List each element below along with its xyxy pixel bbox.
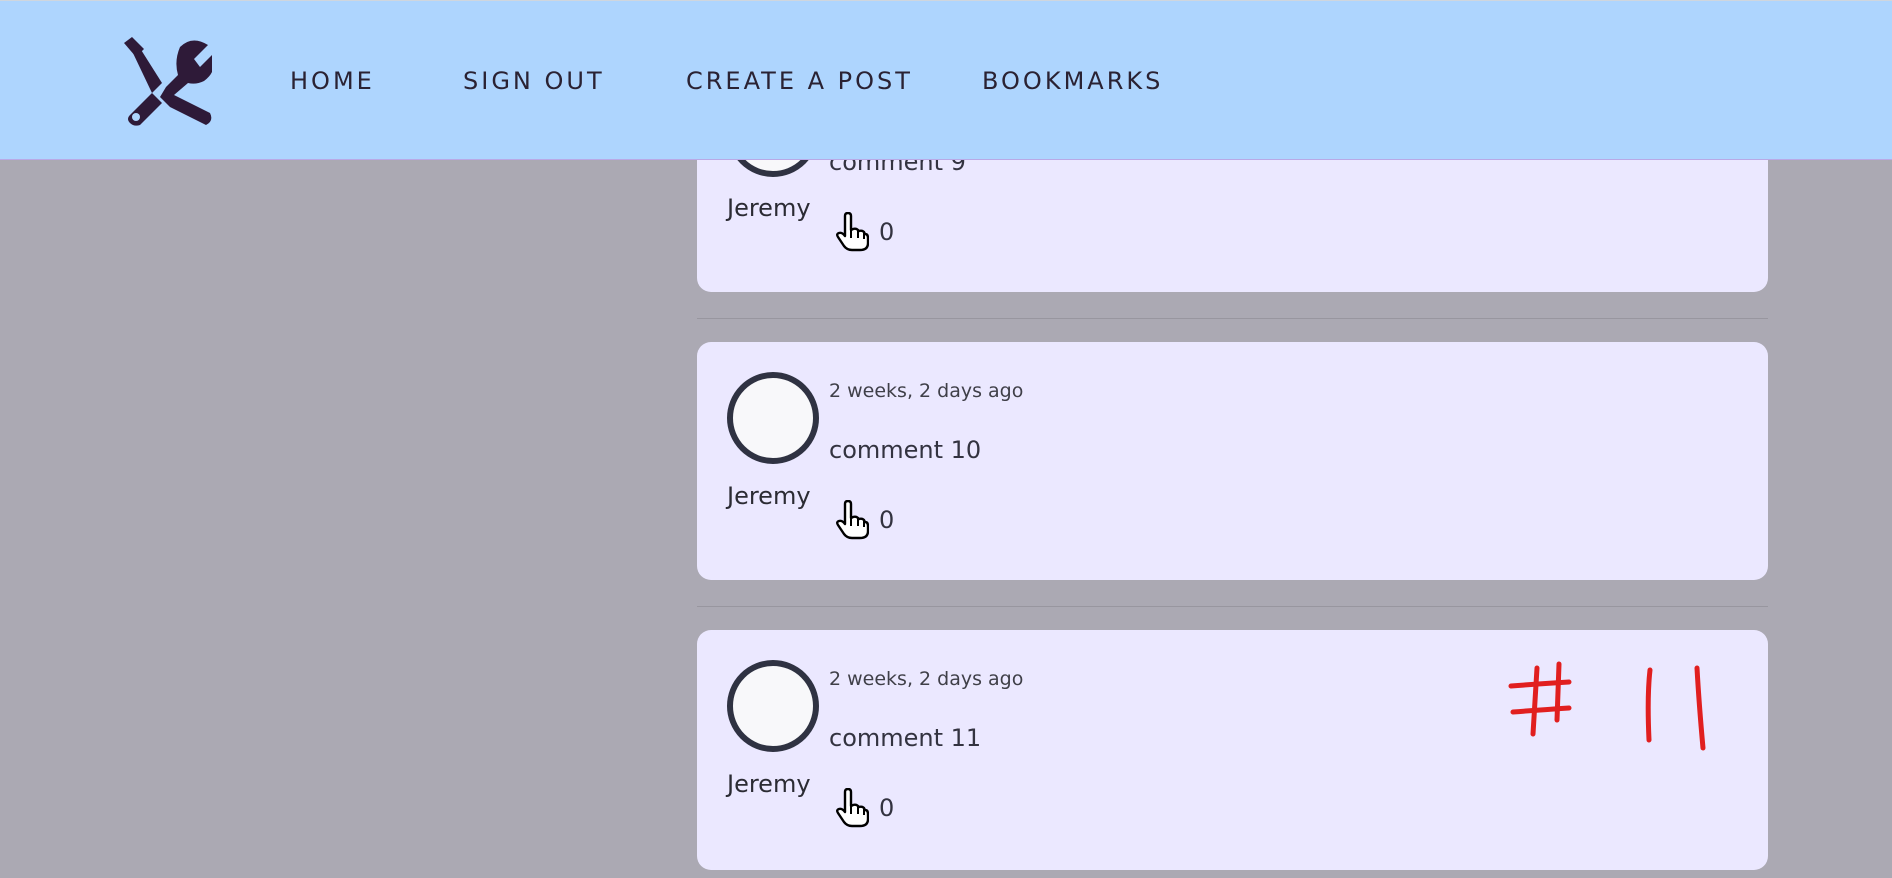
nav-bookmarks-link[interactable]: BOOKMARKS: [982, 67, 1163, 95]
tools-icon[interactable]: [122, 37, 212, 127]
comment-timestamp: 2 weeks, 2 days ago: [829, 380, 1024, 402]
avatar[interactable]: [727, 372, 819, 464]
comment-author[interactable]: Jeremy: [727, 482, 811, 510]
comment-divider: [697, 606, 1768, 607]
comment-divider: [697, 318, 1768, 319]
comment-text: comment 11: [829, 724, 982, 752]
comment-card: 2 weeks, 2 days ago comment 10 Jeremy 0: [697, 342, 1768, 580]
nav-home-link[interactable]: HOME: [290, 67, 375, 95]
comment-timestamp: 2 weeks, 2 days ago: [829, 668, 1024, 690]
pointing-hand-icon[interactable]: [835, 212, 869, 252]
nav-sign-out-link[interactable]: SIGN OUT: [463, 67, 605, 95]
comment-author[interactable]: Jeremy: [727, 194, 811, 222]
avatar[interactable]: [727, 660, 819, 752]
handwritten-annotation: [1508, 661, 1706, 751]
like-count: 0: [879, 218, 895, 246]
pointing-hand-icon[interactable]: [835, 500, 869, 540]
pointing-hand-icon[interactable]: [835, 788, 869, 828]
comment-card: 2 weeks, 2 days ago comment 11 Jeremy 0: [697, 630, 1768, 870]
like-count: 0: [879, 506, 895, 534]
like-count: 0: [879, 794, 895, 822]
top-navbar: HOME SIGN OUT CREATE A POST BOOKMARKS: [0, 0, 1892, 160]
comment-text: comment 10: [829, 436, 982, 464]
comment-author[interactable]: Jeremy: [727, 770, 811, 798]
nav-create-post-link[interactable]: CREATE A POST: [686, 67, 913, 95]
